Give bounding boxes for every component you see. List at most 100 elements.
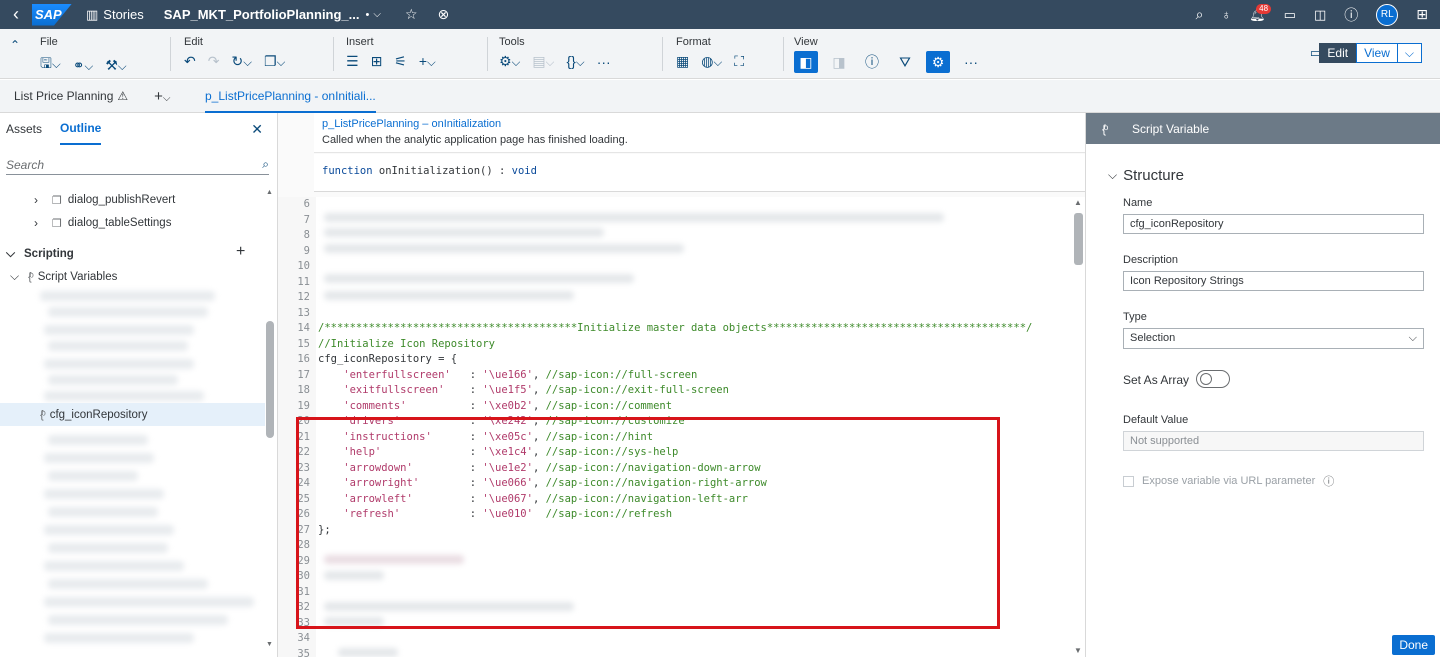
copy-icon[interactable]: ❐⌵: [264, 53, 285, 70]
stories-menu[interactable]: ▥ Stories: [86, 7, 144, 23]
tree-item-label: Script Variables: [37, 270, 118, 283]
close-icon[interactable]: ✕: [251, 121, 263, 138]
add-page-icon[interactable]: +⌵: [154, 88, 170, 105]
tree-item-cfg-iconrepository[interactable]: {ͦ cfg_iconRepository: [0, 403, 265, 426]
array-label: Set As Array: [1123, 373, 1190, 387]
add-script-object-icon[interactable]: +: [236, 243, 245, 261]
expose-url-parameter[interactable]: Expose variable via URL parameter ⓘ: [1123, 473, 1334, 489]
notifications-button[interactable]: 🔔︎ 48: [1249, 3, 1272, 23]
undo-icon[interactable]: ↶: [184, 53, 196, 70]
tree-scroll-down-icon[interactable]: ▼: [266, 641, 273, 648]
code-line: 7: [303, 213, 310, 226]
blurred-item: [40, 291, 215, 301]
user-avatar[interactable]: RL: [1376, 3, 1399, 26]
add-widget-icon[interactable]: +⌵: [419, 53, 436, 70]
feedback-icon[interactable]: ◫: [1314, 7, 1326, 23]
blurred-item: [44, 597, 254, 607]
expand-chevron-icon[interactable]: ›: [34, 216, 46, 230]
code-line: 34: [297, 632, 310, 644]
tab-outline[interactable]: Outline: [60, 113, 102, 145]
script-editor-view-icon[interactable]: ⚙: [926, 51, 950, 73]
toolbar-divider: [487, 37, 488, 71]
back-arrow-icon[interactable]: ‹: [0, 4, 32, 25]
chevron-down-icon: ⌵: [1408, 332, 1417, 344]
share-icon[interactable]: ⚭⌵: [73, 57, 94, 74]
filter-icon[interactable]: ⛛: [893, 51, 917, 73]
editor-scrollbar[interactable]: [1074, 213, 1083, 265]
done-button[interactable]: Done: [1392, 635, 1435, 655]
discussions-icon[interactable]: ▭: [1284, 7, 1296, 23]
input-control-icon[interactable]: ⚟: [394, 53, 407, 70]
redo-icon[interactable]: ↷: [208, 53, 220, 70]
script-braces-icon[interactable]: {}⌵: [566, 53, 584, 70]
info-icon[interactable]: ⓘ: [860, 51, 884, 73]
type-select[interactable]: Selection ⌵: [1123, 328, 1424, 349]
outline-search[interactable]: Search ⌕: [6, 155, 269, 175]
code-area[interactable]: 6 7 8 9 10 11 12 13 14/*****************…: [278, 197, 1085, 657]
lightbulb-icon[interactable]: ♁: [1221, 7, 1231, 22]
save-icon[interactable]: 🖫︎⌵: [40, 53, 61, 77]
tree-item-dialog-publishrevert[interactable]: › ❐ dialog_publishRevert: [34, 193, 175, 207]
blurred-item: [48, 615, 228, 625]
more-tools-icon[interactable]: ···: [597, 54, 611, 70]
tools-group: Tools ⚙⌵ ▤⌵ {}⌵ ···: [499, 36, 611, 70]
tree-item-dialog-tablesettings[interactable]: › ❐ dialog_tableSettings: [34, 216, 171, 230]
editor-scroll-down-icon[interactable]: ▼: [1074, 646, 1082, 655]
close-file-icon[interactable]: ⊗: [438, 6, 450, 23]
sap-logo[interactable]: SAP: [32, 3, 72, 26]
set-as-array-toggle[interactable]: [1196, 370, 1230, 388]
tab-assets[interactable]: Assets: [6, 113, 42, 145]
page-tab-list-price-planning[interactable]: List Price Planning ⚠: [14, 89, 128, 103]
palette-icon[interactable]: ◍⌵: [701, 53, 722, 70]
data-source-icon[interactable]: ▤⌵: [532, 53, 554, 70]
collapse-chevron-icon[interactable]: ⌵: [1108, 168, 1117, 183]
help-icon[interactable]: ⓘ: [1344, 5, 1358, 25]
right-panel-toggle-icon[interactable]: ◨: [827, 51, 851, 73]
file-menu-chevron-icon[interactable]: ⌵: [373, 9, 381, 20]
expose-checkbox[interactable]: [1123, 475, 1134, 487]
tree-item-label: dialog_publishRevert: [67, 194, 176, 206]
code-line: 16 cfg_iconRepository = {: [297, 353, 458, 365]
format-layout-icon[interactable]: ▦: [676, 53, 689, 70]
mode-dropdown-chevron-icon[interactable]: ⌵: [1397, 43, 1422, 63]
main-toolbar: ⌃ File 🖫︎⌵ ⚭⌵ ⚒⌵ Edit ↶ ↷ ↻⌵ ❐⌵ Insert ☰…: [0, 29, 1440, 79]
search-icon[interactable]: ⌕: [1196, 6, 1204, 23]
editor-scroll-up-icon[interactable]: ▲: [1074, 198, 1082, 207]
tab-script-oninitialization[interactable]: p_ListPricePlanning - onInitiali...: [205, 80, 376, 113]
tree-section-scripting[interactable]: ⌵ Scripting: [6, 246, 74, 261]
expand-chevron-icon[interactable]: ›: [34, 193, 46, 207]
edit-mode-button[interactable]: Edit: [1319, 43, 1357, 63]
default-value-label: Default Value: [1123, 414, 1189, 426]
collapse-chevron-icon[interactable]: ⌵: [10, 269, 22, 284]
collapse-chevron-icon[interactable]: ⌵: [6, 246, 18, 261]
page-tab-label: List Price Planning: [14, 89, 114, 103]
settings-cog-icon[interactable]: ⚙⌵: [499, 53, 520, 70]
file-title[interactable]: SAP_MKT_PortfolioPlanning_...: [164, 7, 360, 22]
code-line: 18 'exitfullscreen' : '\ue1f5', //sap-ic…: [297, 384, 729, 396]
outline-scrollbar[interactable]: [266, 321, 274, 438]
blurred-code: [338, 648, 398, 657]
paint-bucket-icon[interactable]: ⛶: [734, 53, 744, 70]
warning-icon: ⚠: [117, 89, 129, 103]
tree-scroll-up-icon[interactable]: ▲: [266, 189, 273, 196]
chart-insert-icon[interactable]: ☰: [346, 53, 359, 70]
tools-wrench-icon[interactable]: ⚒⌵: [105, 57, 126, 74]
description-field[interactable]: Icon Repository Strings: [1123, 271, 1424, 291]
left-panel-toggle-icon[interactable]: ◧: [794, 51, 818, 73]
collapse-toolbar-icon[interactable]: ⌃: [10, 38, 20, 52]
blurred-code: [324, 244, 684, 253]
search-icon: ⌕: [262, 157, 269, 171]
structure-section[interactable]: ⌵ Structure: [1108, 167, 1184, 184]
code-line: 21 'instructions' : '\xe05c', //sap-icon…: [297, 430, 654, 443]
info-icon[interactable]: ⓘ: [1323, 473, 1334, 489]
name-field[interactable]: cfg_iconRepository: [1123, 214, 1424, 234]
tree-item-script-variables[interactable]: ⌵ {ͦ Script Variables: [10, 269, 117, 284]
favorite-star-icon[interactable]: ☆: [405, 6, 418, 23]
app-grid-icon[interactable]: ⊞: [1416, 6, 1428, 23]
refresh-icon[interactable]: ↻⌵: [231, 53, 252, 70]
view-mode-button[interactable]: View: [1356, 43, 1398, 63]
blurred-item: [48, 471, 138, 481]
table-insert-icon[interactable]: ⊞: [371, 53, 383, 70]
more-view-icon[interactable]: ···: [959, 51, 983, 73]
code-line: 8: [303, 229, 310, 241]
